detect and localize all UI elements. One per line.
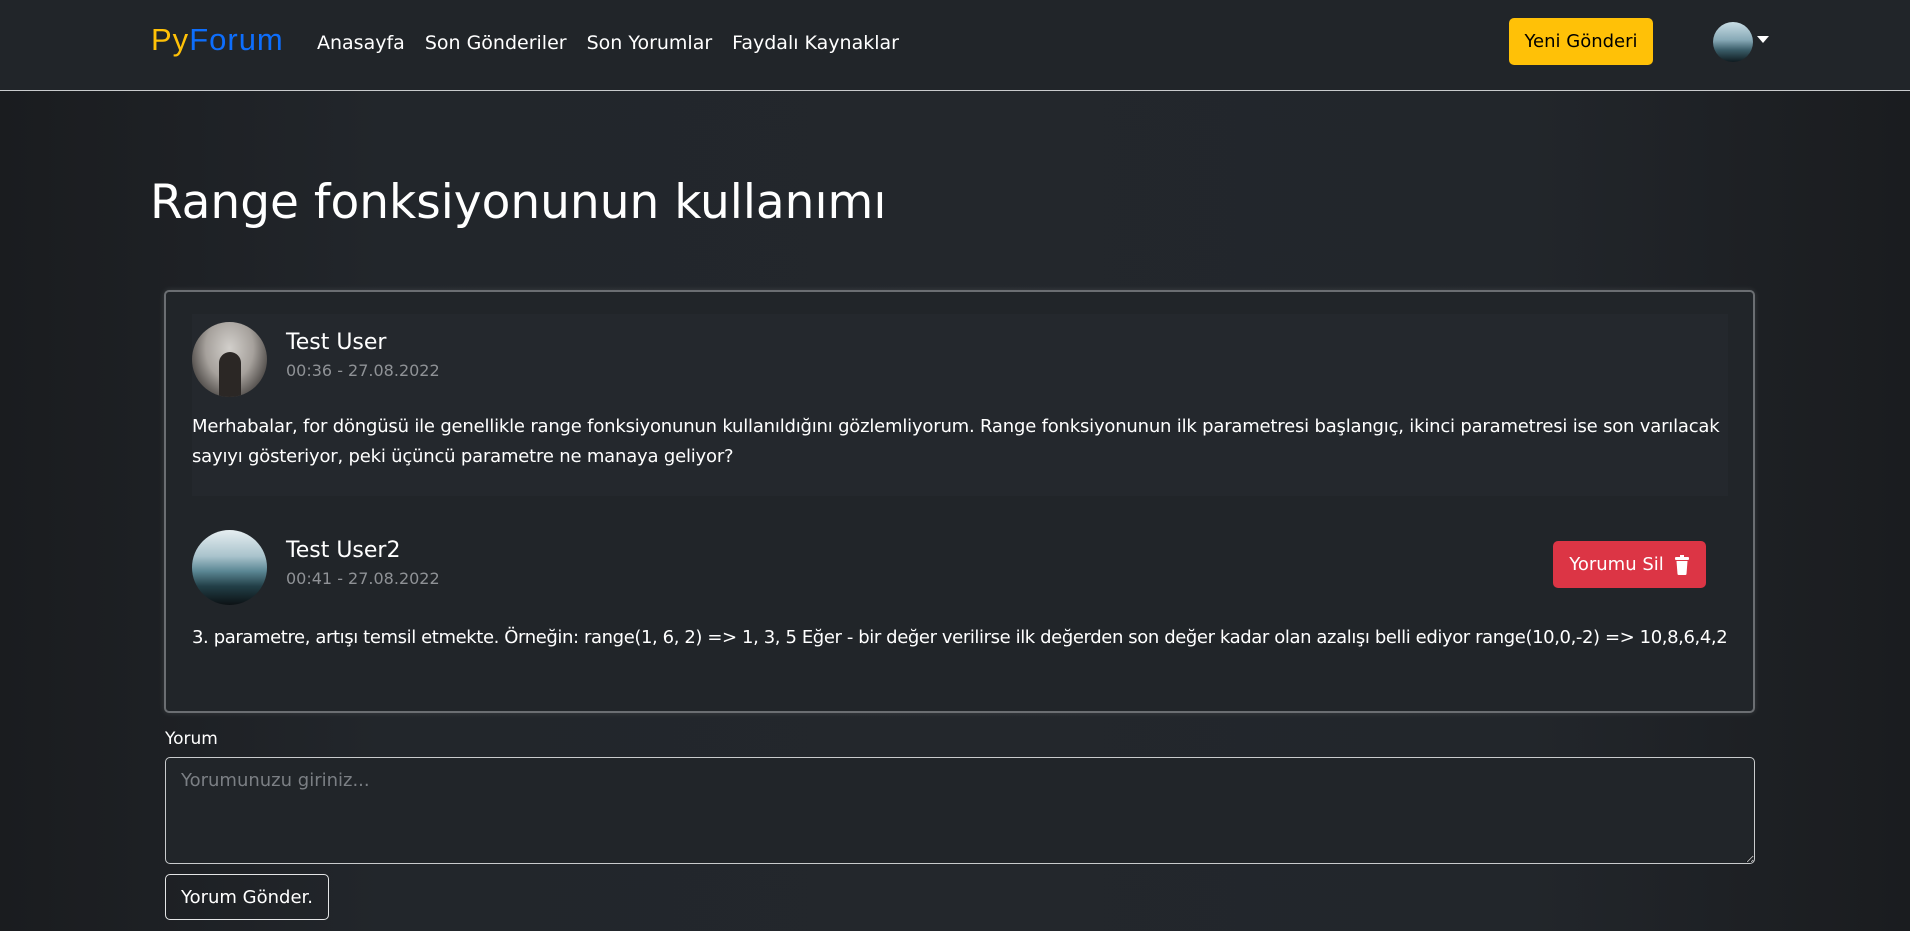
comment-text: 3. parametre, artışı temsil etmekte. Örn… [192, 627, 1728, 648]
user-avatar-icon[interactable] [1713, 22, 1753, 62]
navbar: PyForum Anasayfa Son Gönderiler Son Yoru… [0, 0, 1910, 91]
post-author-avatar [192, 322, 267, 397]
nav-links: Anasayfa Son Gönderiler Son Yorumlar Fay… [317, 30, 899, 56]
page-title: Range fonksiyonunun kullanımı [150, 175, 887, 230]
comment-author-avatar [192, 530, 267, 605]
nav-link-recent-comments[interactable]: Son Yorumlar [587, 30, 713, 56]
trash-icon [1674, 554, 1689, 575]
comment-date: 00:41 - 27.08.2022 [286, 569, 440, 588]
caret-down-icon[interactable] [1757, 36, 1769, 43]
delete-comment-label: Yorumu Sil [1569, 554, 1664, 575]
comment-input[interactable] [165, 757, 1755, 864]
submit-comment-button[interactable]: Yorum Gönder. [165, 874, 329, 920]
comment-label: Yorum [165, 729, 218, 749]
post-author-name[interactable]: Test User [286, 328, 386, 358]
brand-py: Py [151, 22, 190, 57]
delete-comment-button[interactable]: Yorumu Sil [1553, 541, 1706, 588]
nav-link-resources[interactable]: Faydalı Kaynaklar [732, 30, 899, 56]
post-card: Test User 00:36 - 27.08.2022 Merhabalar,… [164, 290, 1755, 713]
post-text: Merhabalar, for döngüsü ile genellikle r… [192, 416, 1720, 467]
nav-link-home[interactable]: Anasayfa [317, 30, 405, 56]
nav-link-recent-posts[interactable]: Son Gönderiler [425, 30, 567, 56]
brand-logo[interactable]: PyForum [151, 20, 284, 60]
new-post-button[interactable]: Yeni Gönderi [1509, 18, 1653, 65]
comment-item: Test User2 00:41 - 27.08.2022 Yorumu Sil… [192, 522, 1728, 672]
main-post: Test User 00:36 - 27.08.2022 Merhabalar,… [192, 314, 1728, 496]
comment-author-name[interactable]: Test User2 [286, 536, 400, 566]
post-date: 00:36 - 27.08.2022 [286, 361, 440, 380]
brand-forum: Forum [189, 22, 284, 57]
